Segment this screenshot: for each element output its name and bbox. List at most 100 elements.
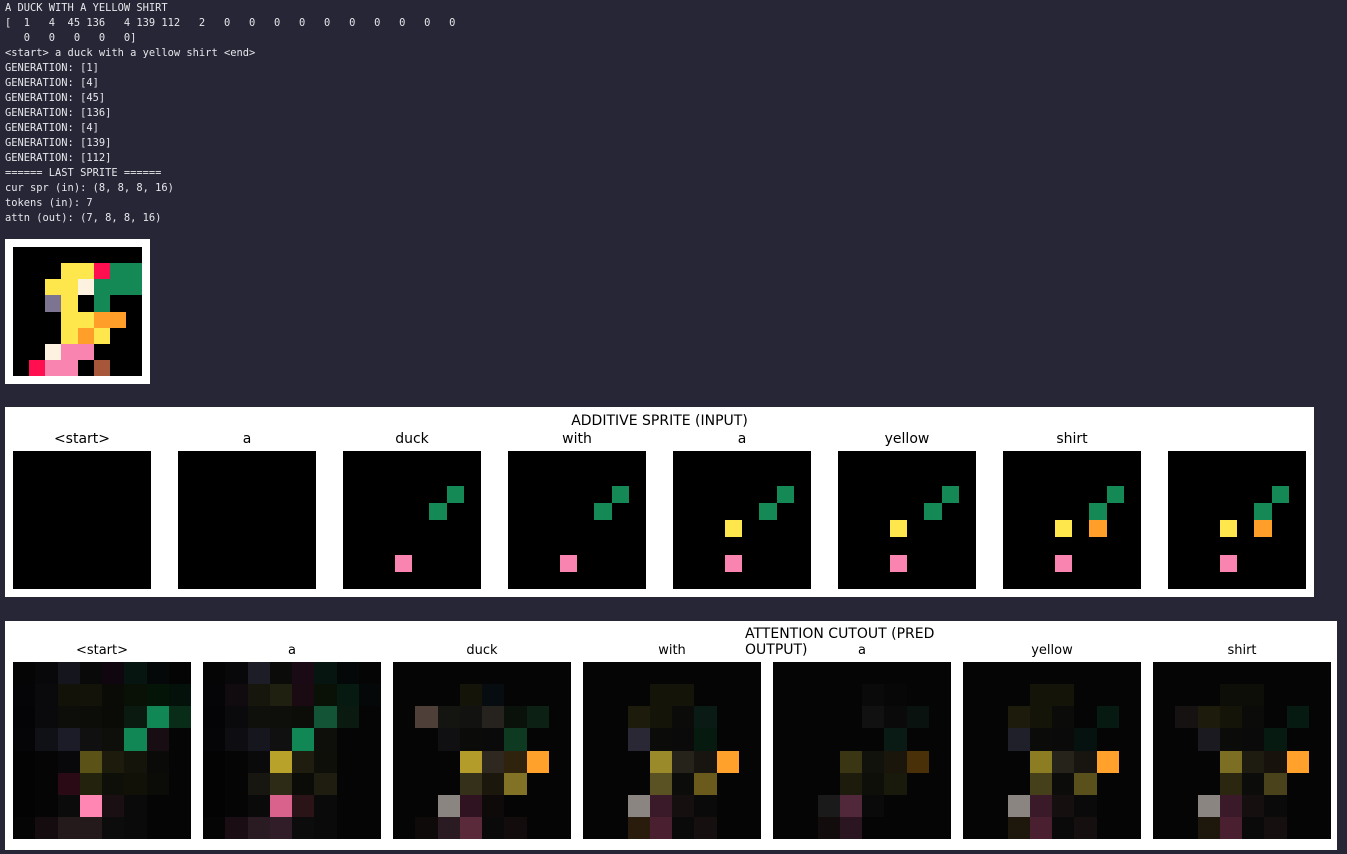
sprite-pixel [1054,537,1072,555]
sprite-pixel [45,279,62,296]
sprite-pixel [125,359,142,376]
sprite-pixel [694,728,717,751]
sprite-pixel [377,485,395,503]
sprite-pixel [1153,772,1176,795]
sprite-pixel [958,571,976,589]
sprite-pixel [482,706,505,729]
sprite-pixel [963,662,986,685]
sprite-pixel [1308,750,1331,773]
sprite-pixel [116,554,134,572]
sprite-pixel [1123,571,1141,589]
sprite-pixel [742,520,760,538]
sprite-pixel [742,451,760,469]
sprite-pixel [45,359,62,376]
sprite-pixel [437,662,460,685]
sprite-pixel [30,520,48,538]
sprite-pixel [298,502,316,520]
sprite-pixel [611,520,629,538]
sprite-pixel [394,485,412,503]
sprite-pixel [64,451,82,469]
additive-frame [673,451,811,589]
sprite-pixel [102,794,125,817]
sprite-pixel [862,662,885,685]
sprite-pixel [838,537,856,555]
sprite-pixel [1020,451,1038,469]
sprite-pixel [77,343,94,360]
sprite-pixel [707,520,725,538]
sprite-pixel [628,554,646,572]
sprite-pixel [203,662,226,685]
sprite-pixel [13,520,31,538]
sprite-pixel [1271,485,1289,503]
sprite-pixel [985,750,1008,773]
sprite-pixel [707,554,725,572]
sprite-pixel [225,750,248,773]
sprite-pixel [77,327,94,344]
sprite-pixel [30,571,48,589]
sprite-pixel [862,728,885,751]
sprite-pixel [1185,451,1203,469]
sprite-pixel [1007,772,1030,795]
sprite-pixel [1271,571,1289,589]
sprite-pixel [1089,468,1107,486]
sprite-pixel [504,662,527,685]
sprite-pixel [35,728,58,751]
sprite-pixel [1308,816,1331,839]
sprite-pixel [195,451,213,469]
sprite-pixel [93,359,110,376]
console-line: [ 1 4 45 136 4 139 112 2 0 0 0 0 0 0 0 0… [5,17,456,29]
sprite-pixel [125,343,142,360]
sprite-pixel [504,816,527,839]
sprite-pixel [146,706,169,729]
additive-caption: with [562,431,592,447]
sprite-pixel [672,816,695,839]
sprite-pixel [125,263,142,280]
sprite-pixel [133,485,151,503]
sprite-pixel [1219,520,1237,538]
sprite-pixel [673,571,691,589]
sprite-pixel [146,728,169,751]
sprite-pixel [1020,571,1038,589]
console-line: attn (out): (7, 8, 8, 16) [5,212,162,224]
sprite-pixel [124,816,147,839]
sprite-pixel [281,554,299,572]
sprite-pixel [1197,706,1220,729]
sprite-pixel [29,295,46,312]
sprite-pixel [559,468,577,486]
sprite-pixel [1037,571,1055,589]
sprite-pixel [1072,537,1090,555]
sprite-pixel [429,451,447,469]
sprite-pixel [82,451,100,469]
sprite-pixel [412,537,430,555]
sprite-pixel [1175,706,1198,729]
sprite-pixel [1074,772,1097,795]
sprite-pixel [459,816,482,839]
sprite-pixel [225,684,248,707]
sprite-pixel [1003,451,1021,469]
sprite-pixel [742,485,760,503]
sprite-pixel [281,537,299,555]
sprite-pixel [1037,502,1055,520]
sprite-pixel [415,684,438,707]
sprite-pixel [1007,706,1030,729]
sprite-pixel [1202,485,1220,503]
sprite-pixel [884,816,907,839]
sprite-pixel [1197,772,1220,795]
sprite-pixel [1219,468,1237,486]
sprite-pixel [838,502,856,520]
sprite-pixel [13,485,31,503]
sprite-pixel [525,502,543,520]
sprite-pixel [1089,502,1107,520]
sprite-pixel [1003,502,1021,520]
sprite-pixel [1254,485,1272,503]
sprite-pixel [707,485,725,503]
sprite-pixel [884,706,907,729]
additive-sprite-title: ADDITIVE SPRITE (INPUT) [571,413,748,429]
sprite-pixel [1052,684,1075,707]
sprite-pixel [525,520,543,538]
sprite-pixel [594,451,612,469]
sprite-pixel [855,451,873,469]
sprite-pixel [314,750,337,773]
sprite-pixel [1118,684,1141,707]
sprite-pixel [627,772,650,795]
